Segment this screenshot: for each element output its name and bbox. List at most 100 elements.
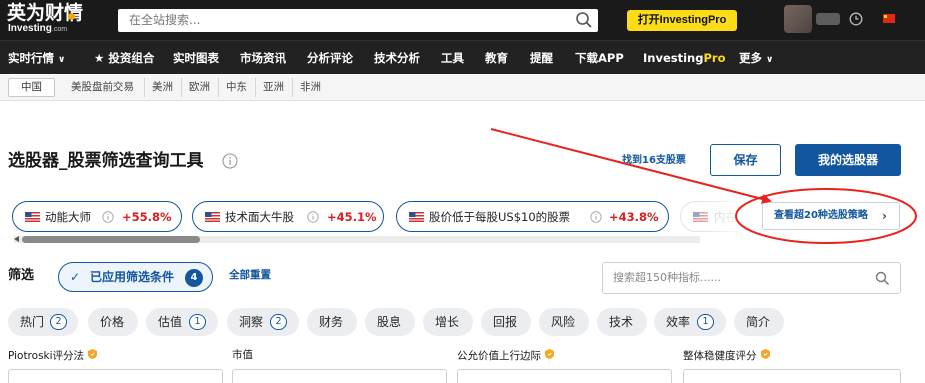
us-flag-icon: [205, 212, 220, 222]
strategy-scrollbar[interactable]: [14, 236, 700, 243]
filter-label: 筛选: [8, 268, 35, 283]
metric-search-placeholder: 搜索超150种指标......: [613, 271, 721, 284]
strategy-return: +43.8%: [609, 210, 659, 224]
category-label: 风险: [551, 315, 576, 329]
category-dividend[interactable]: 股息: [365, 308, 415, 336]
strategy-return: +55.8%: [122, 210, 172, 224]
category-label: 简介: [746, 315, 771, 329]
info-icon[interactable]: [590, 211, 602, 223]
nav-tools[interactable]: 工具: [441, 51, 464, 65]
filter-range-box[interactable]: [457, 369, 672, 383]
divider: [292, 78, 293, 97]
category-hot[interactable]: 热门 2: [8, 308, 78, 336]
logo-subtext: Investing.com: [8, 23, 68, 34]
scroll-left-arrow-icon[interactable]: [14, 236, 19, 242]
category-count: 2: [270, 314, 287, 330]
nav-technical[interactable]: 技术分析: [374, 51, 420, 65]
view-more-strategies-label: 查看超20种选股策略: [774, 210, 868, 221]
strategy-chip[interactable]: 技术面大牛股 +45.1%: [192, 201, 384, 232]
pro-badge-icon: [88, 349, 98, 359]
us-flag-icon: [409, 212, 424, 222]
view-more-strategies-button[interactable]: 查看超20种选股策略 ›: [762, 202, 900, 230]
pro-badge-icon: [760, 349, 770, 359]
strategy-name: 技术面大牛股: [225, 210, 294, 224]
site-search-input[interactable]: 在全站搜索...: [118, 9, 598, 32]
reset-all-link[interactable]: 全部重置: [229, 269, 271, 282]
category-label: 回报: [493, 315, 518, 329]
category-label: 技术: [609, 315, 634, 329]
filter-range-box[interactable]: [683, 369, 901, 383]
top-header: 英为财情 Investing.com 在全站搜索... 打开InvestingP…: [0, 0, 925, 40]
nav-download-app[interactable]: 下载APP: [575, 51, 624, 65]
region-china[interactable]: 中国: [8, 78, 55, 97]
chevron-down-icon: ∨: [58, 55, 66, 65]
category-risk[interactable]: 风险: [539, 308, 589, 336]
category-profile[interactable]: 简介: [734, 308, 784, 336]
filter-column-fair-value: 公允价值上行边际: [457, 349, 554, 363]
filter-range-box[interactable]: [8, 369, 223, 383]
open-investingpro-button[interactable]: 打开InvestingPro: [627, 10, 737, 31]
category-technical[interactable]: 技术: [597, 308, 647, 336]
category-label: 效率: [666, 315, 691, 329]
check-icon: ✓: [70, 270, 81, 284]
filter-range-box[interactable]: [232, 369, 447, 383]
nav-investingpro[interactable]: InvestingPro: [643, 51, 725, 65]
us-flag-icon: [25, 212, 40, 222]
category-label: 财务: [319, 315, 344, 329]
info-icon[interactable]: [307, 211, 319, 223]
nav-analysis[interactable]: 分析评论: [307, 51, 353, 65]
clock-icon[interactable]: [849, 12, 863, 26]
region-middle-east[interactable]: 中东: [226, 81, 247, 94]
category-growth[interactable]: 增长: [423, 308, 473, 336]
category-label: 增长: [435, 315, 460, 329]
category-count: 1: [189, 314, 206, 330]
category-returns[interactable]: 回报: [481, 308, 531, 336]
strategy-chip[interactable]: 动能大师 +55.8%: [12, 201, 182, 232]
search-icon[interactable]: [875, 271, 890, 286]
site-logo[interactable]: 英为财情 Investing.com: [7, 2, 99, 38]
filter-column-health-score: 整体稳健度评分: [683, 349, 770, 363]
filter-column-piotroski: Piotroski评分法: [8, 349, 98, 363]
region-us-premarket[interactable]: 美股盘前交易: [71, 81, 134, 94]
nav-more[interactable]: 更多 ∨: [739, 51, 773, 67]
nav-quotes[interactable]: 实时行情 ∨: [8, 51, 65, 67]
divider: [144, 78, 145, 97]
category-financials[interactable]: 财务: [307, 308, 357, 336]
divider: [181, 78, 182, 97]
nav-charts[interactable]: 实时图表: [173, 51, 219, 65]
avatar[interactable]: [784, 5, 812, 33]
info-icon[interactable]: [102, 211, 114, 223]
search-placeholder: 在全站搜索...: [129, 13, 201, 27]
save-button[interactable]: 保存: [710, 144, 781, 176]
strategy-chip[interactable]: 股价低于每股US$10的股票 +43.8%: [396, 201, 669, 232]
nav-education[interactable]: 教育: [485, 51, 508, 65]
user-name-blurred[interactable]: [816, 13, 840, 25]
region-subnav: 中国 美股盘前交易 美洲 欧洲 中东 亚洲 非洲: [0, 75, 925, 101]
strategy-return: +45.1%: [327, 210, 377, 224]
region-africa[interactable]: 非洲: [300, 81, 321, 94]
category-valuation[interactable]: 估值 1: [146, 308, 218, 336]
applied-filters-label: 已应用筛选条件: [90, 270, 175, 284]
category-efficiency[interactable]: 效率 1: [654, 308, 726, 336]
my-screener-button[interactable]: 我的选股器: [795, 144, 901, 176]
metric-search-input[interactable]: 搜索超150种指标......: [602, 262, 901, 294]
china-flag-icon[interactable]: [883, 14, 895, 23]
region-americas[interactable]: 美洲: [152, 81, 173, 94]
strategy-name: 动能大师: [45, 210, 91, 224]
info-icon[interactable]: [222, 153, 238, 169]
region-europe[interactable]: 欧洲: [189, 81, 210, 94]
category-count: 2: [50, 314, 67, 330]
nav-portfolio[interactable]: ★ 投资组合: [94, 51, 154, 65]
logo-dot-icon: [68, 13, 75, 20]
category-insight[interactable]: 洞察 2: [227, 308, 299, 336]
pro-badge-icon: [545, 349, 554, 359]
region-asia[interactable]: 亚洲: [263, 81, 284, 94]
scrollbar-thumb[interactable]: [22, 236, 200, 243]
category-price[interactable]: 价格: [88, 308, 138, 336]
nav-alerts[interactable]: 提醒: [530, 51, 553, 65]
results-count-link[interactable]: 找到16支股票: [622, 154, 686, 167]
applied-filters-button[interactable]: ✓ 已应用筛选条件 4: [58, 262, 213, 292]
search-icon[interactable]: [575, 11, 593, 29]
nav-news[interactable]: 市场资讯: [240, 51, 286, 65]
main-nav: 实时行情 ∨ ★ 投资组合 实时图表 市场资讯 分析评论 技术分析 工具 教育 提…: [0, 40, 925, 74]
